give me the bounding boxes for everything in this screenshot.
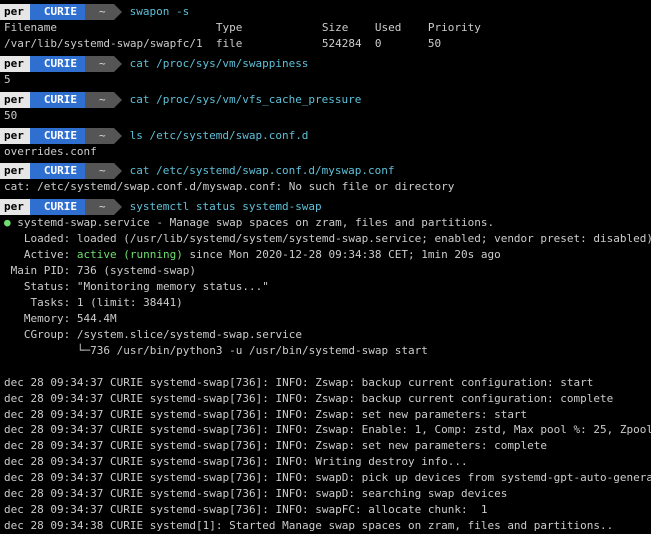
log-line: dec 28 09:34:37 CURIE systemd-swap[736]:…	[4, 407, 647, 423]
command-block: perCURIE~cat /etc/systemd/swap.conf.d/my…	[0, 163, 651, 195]
command-output: cat: /etc/systemd/swap.conf.d/myswap.con…	[0, 179, 651, 195]
command-block: perCURIE~cat /proc/sys/vm/swappiness5	[0, 56, 651, 88]
prompt-path: ~	[85, 199, 114, 215]
log-line: dec 28 09:34:37 CURIE systemd-swap[736]:…	[4, 438, 647, 454]
status-active: Active: active (running) since Mon 2020-…	[4, 247, 647, 263]
command-block: perCURIE~systemctl status systemd-swap● …	[0, 199, 651, 534]
log-line: dec 28 09:34:37 CURIE systemd-swap[736]:…	[4, 470, 647, 486]
prompt-line[interactable]: perCURIE~cat /proc/sys/vm/vfs_cache_pres…	[0, 92, 651, 108]
command-text: ls /etc/systemd/swap.conf.d	[114, 128, 309, 144]
prompt-line[interactable]: perCURIE~ls /etc/systemd/swap.conf.d	[0, 128, 651, 144]
command-text: cat /proc/sys/vm/vfs_cache_pressure	[114, 92, 362, 108]
command-block: perCURIE~cat /proc/sys/vm/vfs_cache_pres…	[0, 92, 651, 124]
prompt-path: ~	[85, 92, 114, 108]
command-text: cat /etc/systemd/swap.conf.d/myswap.conf	[114, 163, 395, 179]
prompt-path: ~	[85, 163, 114, 179]
command-text: cat /proc/sys/vm/swappiness	[114, 56, 309, 72]
command-output: Filename Type Size Used Priority /var/li…	[0, 20, 651, 52]
prompt-path: ~	[85, 128, 114, 144]
prompt-line[interactable]: perCURIE~swapon -s	[0, 4, 651, 20]
log-line: dec 28 09:34:37 CURIE systemd-swap[736]:…	[4, 454, 647, 470]
status-tasks: Tasks: 1 (limit: 38441)	[4, 295, 647, 311]
prompt-host: CURIE	[30, 128, 85, 144]
status-memory: Memory: 544.4M	[4, 311, 647, 327]
command-text: systemctl status systemd-swap	[114, 199, 322, 215]
command-block: perCURIE~ls /etc/systemd/swap.conf.dover…	[0, 128, 651, 160]
prompt-line[interactable]: perCURIE~cat /proc/sys/vm/swappiness	[0, 56, 651, 72]
systemctl-status-output: ● systemd-swap.service - Manage swap spa…	[0, 215, 651, 534]
prompt-user: per	[0, 4, 30, 20]
command-output: overrides.conf	[0, 144, 651, 160]
prompt-host: CURIE	[30, 92, 85, 108]
prompt-path: ~	[85, 4, 114, 20]
status-active-state: active (running)	[77, 248, 183, 261]
command-block: perCURIE~swapon -sFilename Type Size Use…	[0, 4, 651, 52]
command-text: swapon -s	[114, 4, 190, 20]
prompt-user: per	[0, 92, 30, 108]
log-line: dec 28 09:34:37 CURIE systemd-swap[736]:…	[4, 502, 647, 518]
log-line: dec 28 09:34:37 CURIE systemd-swap[736]:…	[4, 391, 647, 407]
status-status_line: Status: "Monitoring memory status..."	[4, 279, 647, 295]
status-loaded: Loaded: loaded (/usr/lib/systemd/system/…	[4, 231, 647, 247]
status-cgroup2: └─736 /usr/bin/python3 -u /usr/bin/syste…	[4, 343, 647, 359]
status-title: systemd-swap.service - Manage swap space…	[17, 216, 494, 229]
prompt-user: per	[0, 128, 30, 144]
prompt-line[interactable]: perCURIE~cat /etc/systemd/swap.conf.d/my…	[0, 163, 651, 179]
command-output: 5	[0, 72, 651, 88]
status-main_pid: Main PID: 736 (systemd-swap)	[4, 263, 647, 279]
prompt-host: CURIE	[30, 163, 85, 179]
prompt-user: per	[0, 56, 30, 72]
prompt-host: CURIE	[30, 199, 85, 215]
prompt-user: per	[0, 163, 30, 179]
prompt-line[interactable]: perCURIE~systemctl status systemd-swap	[0, 199, 651, 215]
log-line: dec 28 09:34:37 CURIE systemd-swap[736]:…	[4, 422, 647, 438]
prompt-user: per	[0, 199, 30, 215]
status-dot-icon: ●	[4, 216, 17, 229]
prompt-host: CURIE	[30, 56, 85, 72]
log-line: dec 28 09:34:38 CURIE systemd[1]: Starte…	[4, 518, 647, 534]
command-output: 50	[0, 108, 651, 124]
prompt-host: CURIE	[30, 4, 85, 20]
status-cgroup1: CGroup: /system.slice/systemd-swap.servi…	[4, 327, 647, 343]
log-line: dec 28 09:34:37 CURIE systemd-swap[736]:…	[4, 375, 647, 391]
prompt-path: ~	[85, 56, 114, 72]
